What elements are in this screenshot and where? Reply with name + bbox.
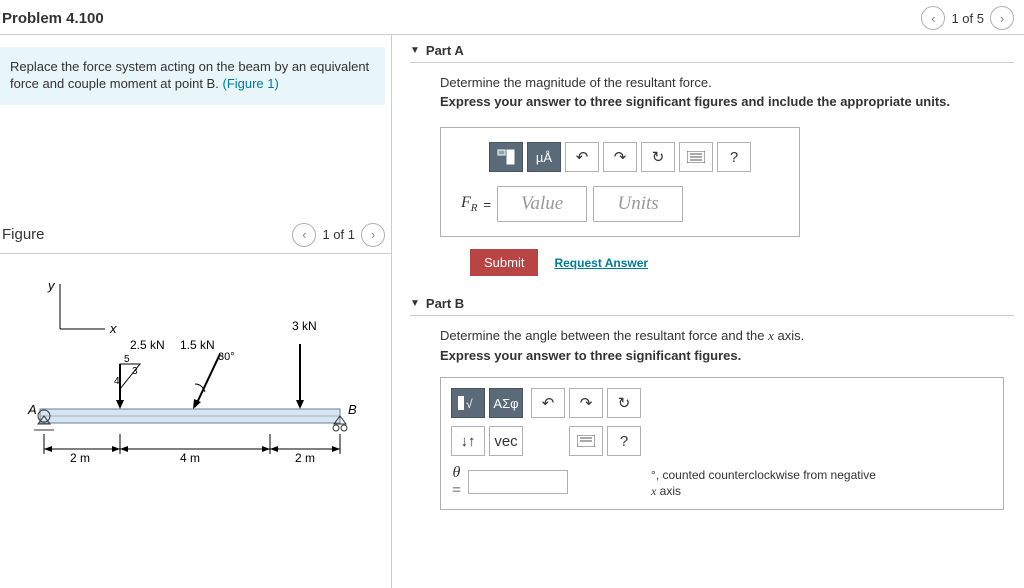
collapse-icon: ▼ xyxy=(410,45,420,56)
part-b-title: Part B xyxy=(426,296,464,311)
equals-label: = xyxy=(484,197,492,212)
variable-label: FR xyxy=(461,194,478,214)
redo-button[interactable]: ↷ xyxy=(603,142,637,172)
answer-box-b: √ ΑΣφ ↶ ↷ ↻ ↓↑ vec ? xyxy=(451,388,641,499)
undo-button[interactable]: ↶ xyxy=(565,142,599,172)
part-b-header[interactable]: ▼ Part B xyxy=(410,288,1014,316)
svg-text:A: A xyxy=(27,402,37,417)
redo-button[interactable]: ↷ xyxy=(569,388,603,418)
request-answer-link[interactable]: Request Answer xyxy=(554,256,648,270)
svg-text:2 m: 2 m xyxy=(295,451,315,465)
prompt-text: Replace the force system acting on the b… xyxy=(10,59,369,91)
svg-text:4 m: 4 m xyxy=(180,451,200,465)
reset-button[interactable]: ↻ xyxy=(641,142,675,172)
help-button[interactable]: ? xyxy=(607,426,641,456)
svg-text:1.5 kN: 1.5 kN xyxy=(180,338,215,352)
units-button[interactable]: µÅ xyxy=(527,142,561,172)
undo-button[interactable]: ↶ xyxy=(531,388,565,418)
figure-pager: 1 of 1 xyxy=(322,227,355,242)
arrows-button[interactable]: ↓↑ xyxy=(451,426,485,456)
units-input[interactable]: Units xyxy=(593,186,683,222)
problem-pager: 1 of 5 xyxy=(951,11,984,26)
part-b-question: Determine the angle between the resultan… xyxy=(440,328,1004,344)
part-b-instruction: Express your answer to three significant… xyxy=(440,348,1004,363)
theta-label: θ= xyxy=(451,464,462,499)
submit-button[interactable]: Submit xyxy=(470,249,538,276)
keyboard-button[interactable] xyxy=(569,426,603,456)
svg-text:B: B xyxy=(348,402,357,417)
answer-box-a: µÅ ↶ ↷ ↻ ? FR = Value Units xyxy=(440,127,800,237)
part-a-question: Determine the magnitude of the resultant… xyxy=(440,75,1004,90)
prev-figure-button[interactable]: ‹ xyxy=(292,223,316,247)
sqrt-button[interactable]: √ xyxy=(451,388,485,418)
svg-text:3 kN: 3 kN xyxy=(292,319,317,333)
svg-text:4: 4 xyxy=(114,376,120,387)
figure-diagram: y x A B xyxy=(0,254,391,517)
figure-label: Figure xyxy=(2,226,45,243)
angle-input[interactable] xyxy=(468,470,568,494)
template-button[interactable] xyxy=(489,142,523,172)
part-a-title: Part A xyxy=(426,43,464,58)
svg-text:30°: 30° xyxy=(218,351,235,363)
svg-text:2 m: 2 m xyxy=(70,451,90,465)
svg-text:5: 5 xyxy=(124,354,130,365)
part-a-instruction: Express your answer to three significant… xyxy=(440,94,1004,109)
prompt-box: Replace the force system acting on the b… xyxy=(0,47,385,105)
svg-text:y: y xyxy=(47,278,56,293)
vec-button[interactable]: vec xyxy=(489,426,523,456)
collapse-icon: ▼ xyxy=(410,298,420,309)
svg-text:3: 3 xyxy=(132,366,138,377)
prev-problem-button[interactable]: ‹ xyxy=(921,6,945,30)
suffix-text: °, counted counterclockwise from negativ… xyxy=(651,468,881,499)
figure-link[interactable]: (Figure 1) xyxy=(222,76,278,91)
problem-title: Problem 4.100 xyxy=(2,10,104,27)
svg-text:2.5 kN: 2.5 kN xyxy=(130,338,165,352)
svg-text:√: √ xyxy=(466,397,473,411)
value-input[interactable]: Value xyxy=(497,186,587,222)
reset-button[interactable]: ↻ xyxy=(607,388,641,418)
keyboard-button[interactable] xyxy=(679,142,713,172)
symbols-button[interactable]: ΑΣφ xyxy=(489,388,523,418)
help-button[interactable]: ? xyxy=(717,142,751,172)
next-problem-button[interactable]: › xyxy=(990,6,1014,30)
next-figure-button[interactable]: › xyxy=(361,223,385,247)
svg-text:x: x xyxy=(109,321,117,336)
part-a-header[interactable]: ▼ Part A xyxy=(410,35,1014,63)
